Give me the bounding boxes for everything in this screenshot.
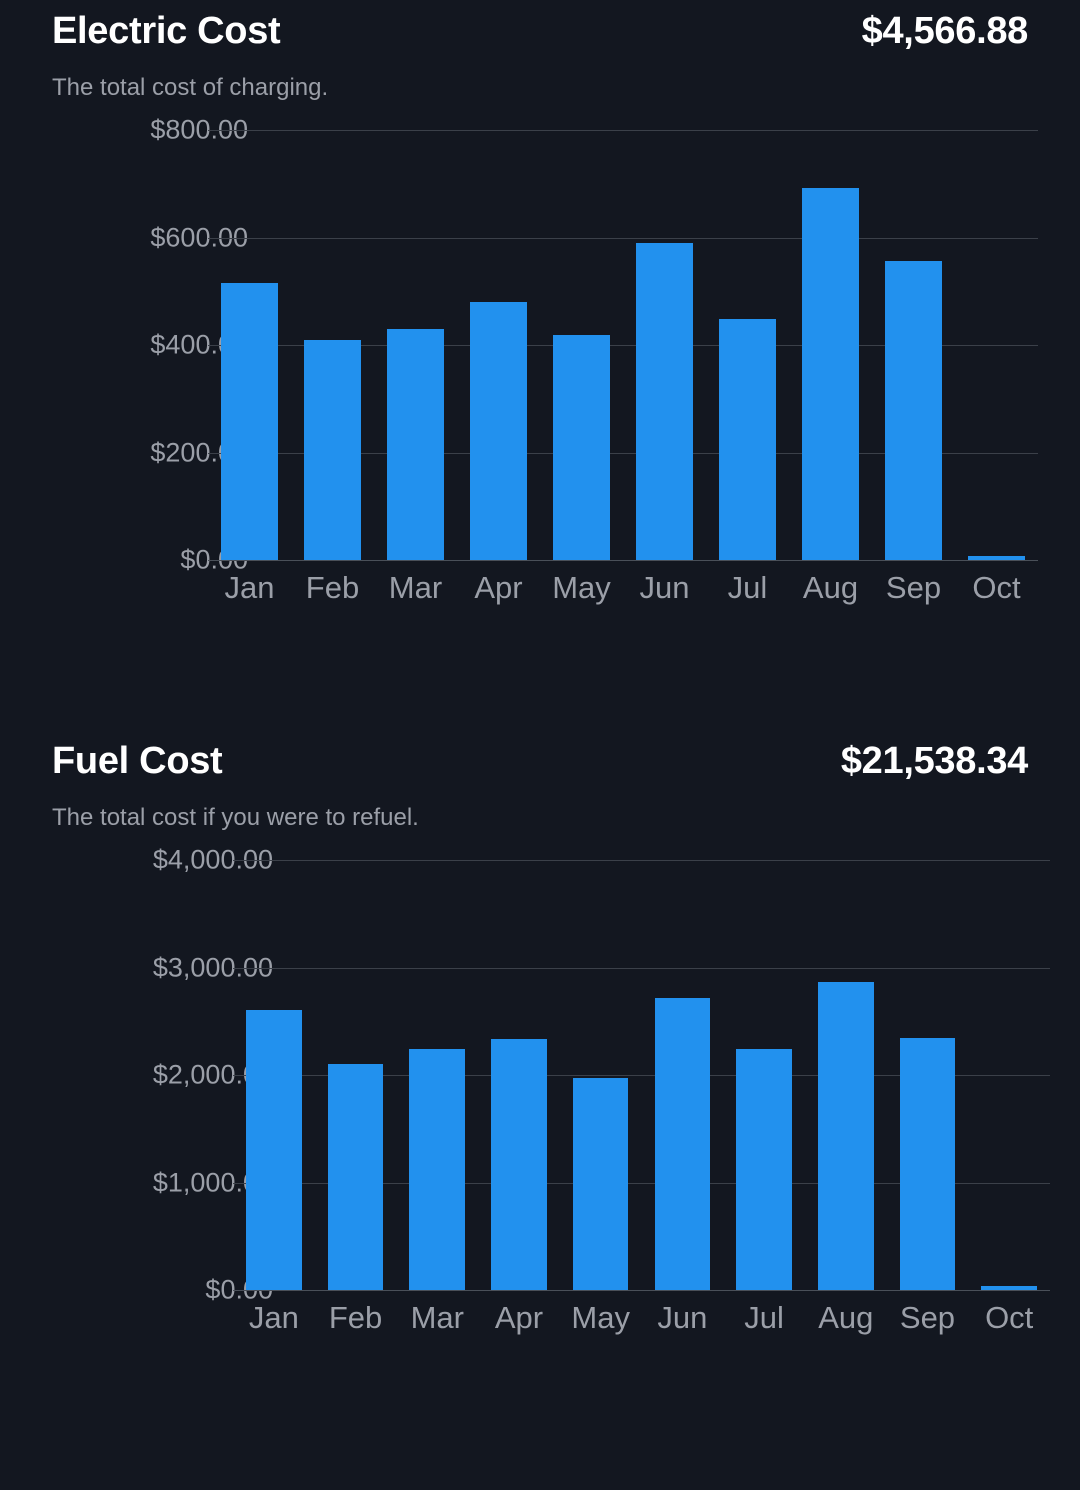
fuel-cost-bar-mar[interactable] <box>409 1048 466 1290</box>
electric-cost-gridline-row: $0.00 <box>0 545 1080 575</box>
electric-cost-bar-apr[interactable] <box>470 302 527 560</box>
fuel-cost-bar-sep[interactable] <box>899 1038 956 1290</box>
electric-cost-card: Electric Cost $4,566.88 The total cost o… <box>0 0 1080 620</box>
electric-cost-bar-slot[interactable] <box>374 130 457 560</box>
fuel-cost-bar-oct[interactable] <box>981 1285 1037 1290</box>
electric-cost-bar-slot[interactable] <box>872 130 955 560</box>
fuel-cost-x-tick-label: Mar <box>410 1300 464 1335</box>
fuel-cost-bar-slot[interactable] <box>805 860 887 1290</box>
electric-cost-x-tick-label: Jul <box>727 570 768 605</box>
electric-cost-x-tick-label: Aug <box>802 570 859 605</box>
fuel-cost-plot-area: $4,000.00 $3,000.00 $2,000.00 $1,000.00 $0.0… <box>0 845 1080 1305</box>
fuel-cost-bar-slot[interactable] <box>560 860 642 1290</box>
fuel-cost-x-tick-label: Jan <box>248 1300 299 1335</box>
electric-cost-x-axis: Jan Feb Mar Apr May Jun Jul Aug Sep Oct <box>208 566 1038 610</box>
fuel-cost-subtitle: The total cost if you were to refuel. <box>52 804 419 831</box>
fuel-cost-bar-jun[interactable] <box>654 998 711 1290</box>
electric-cost-bar-slot[interactable] <box>789 130 872 560</box>
fuel-cost-bar-slot[interactable] <box>315 860 397 1290</box>
electric-cost-bar-slot[interactable] <box>623 130 706 560</box>
fuel-cost-x-tick-label: Oct <box>985 1300 1034 1335</box>
fuel-cost-x-tick-label: May <box>571 1300 630 1335</box>
electric-cost-x-tick-label: Jun <box>639 570 690 605</box>
electric-cost-bar-aug[interactable] <box>802 187 859 560</box>
electric-cost-title: Electric Cost <box>52 10 281 52</box>
fuel-cost-total: $21,538.34 <box>840 740 1028 782</box>
fuel-cost-bar-slot[interactable] <box>642 860 724 1290</box>
fuel-cost-bar-aug[interactable] <box>818 982 874 1290</box>
electric-cost-x-tick-label: Jan <box>224 570 275 605</box>
electric-cost-bar-oct[interactable] <box>968 555 1025 560</box>
fuel-cost-bar-jan[interactable] <box>246 1009 302 1290</box>
electric-cost-x-tick-label: Oct <box>972 570 1021 605</box>
electric-cost-subtitle: The total cost of charging. <box>52 74 329 101</box>
electric-cost-bar-slot[interactable] <box>208 130 291 560</box>
electric-cost-bar-jul[interactable] <box>719 319 776 560</box>
fuel-cost-bar-slot[interactable] <box>887 860 969 1290</box>
fuel-cost-bar-may[interactable] <box>572 1078 629 1290</box>
electric-cost-bar-mar[interactable] <box>387 328 444 560</box>
electric-cost-x-tick-label: May <box>552 570 611 605</box>
electric-cost-plot-area: $800.00 $600.00 $400.00 $200.00 $0.00 <box>0 115 1080 575</box>
electric-cost-x-tick-label: Mar <box>388 570 443 605</box>
fuel-cost-x-tick-label: Feb <box>328 1300 383 1335</box>
electric-cost-bar-slot[interactable] <box>955 130 1038 560</box>
electric-cost-x-tick-label: Feb <box>305 570 360 605</box>
electric-cost-bar-jun[interactable] <box>636 243 693 560</box>
electric-cost-bar-series <box>208 130 1038 560</box>
fuel-cost-bar-slot[interactable] <box>968 860 1050 1290</box>
fuel-cost-bar-jul[interactable] <box>736 1048 792 1290</box>
fuel-cost-x-tick-label: Jun <box>657 1300 708 1335</box>
fuel-cost-header: Fuel Cost $21,538.34 <box>0 730 1080 792</box>
fuel-cost-bar-apr[interactable] <box>491 1039 547 1290</box>
electric-cost-x-tick-label: Sep <box>885 570 942 605</box>
fuel-cost-chart[interactable]: $4,000.00 $3,000.00 $2,000.00 $1,000.00 $0.0… <box>0 845 1080 1350</box>
electric-cost-gridline <box>208 560 1038 561</box>
electric-cost-bar-slot[interactable] <box>291 130 374 560</box>
fuel-cost-bar-slot[interactable] <box>396 860 478 1290</box>
electric-cost-total: $4,566.88 <box>861 10 1029 52</box>
electric-cost-bar-may[interactable] <box>553 335 610 560</box>
electric-cost-bar-slot[interactable] <box>706 130 789 560</box>
fuel-cost-gridline <box>233 1290 1050 1291</box>
electric-cost-bar-slot[interactable] <box>540 130 623 560</box>
fuel-cost-gridline-row: $0.00 <box>0 1275 1080 1305</box>
fuel-cost-bar-slot[interactable] <box>478 860 560 1290</box>
electric-cost-chart[interactable]: $800.00 $600.00 $400.00 $200.00 $0.00 Jan Feb… <box>0 115 1080 620</box>
electric-cost-bar-sep[interactable] <box>885 260 942 560</box>
electric-cost-x-tick-label: Apr <box>474 570 523 605</box>
fuel-cost-x-axis: Jan Feb Mar Apr May Jun Jul Aug Sep Oct <box>233 1296 1050 1340</box>
electric-cost-bar-feb[interactable] <box>304 339 361 560</box>
fuel-cost-x-tick-label: Sep <box>899 1300 956 1335</box>
electric-cost-bar-jan[interactable] <box>221 282 278 560</box>
fuel-cost-x-tick-label: Apr <box>494 1300 544 1335</box>
electric-cost-bar-slot[interactable] <box>457 130 540 560</box>
fuel-cost-bar-slot[interactable] <box>723 860 805 1290</box>
fuel-cost-bar-slot[interactable] <box>233 860 315 1290</box>
fuel-cost-title: Fuel Cost <box>52 740 223 782</box>
stats-page: Electric Cost $4,566.88 The total cost o… <box>0 0 1080 1490</box>
fuel-cost-card: Fuel Cost $21,538.34 The total cost if y… <box>0 730 1080 1350</box>
fuel-cost-x-tick-label: Jul <box>744 1300 784 1335</box>
electric-cost-header: Electric Cost $4,566.88 <box>0 0 1080 62</box>
fuel-cost-bar-feb[interactable] <box>327 1064 384 1290</box>
fuel-cost-x-tick-label: Aug <box>818 1300 874 1335</box>
fuel-cost-bar-series <box>233 860 1050 1290</box>
